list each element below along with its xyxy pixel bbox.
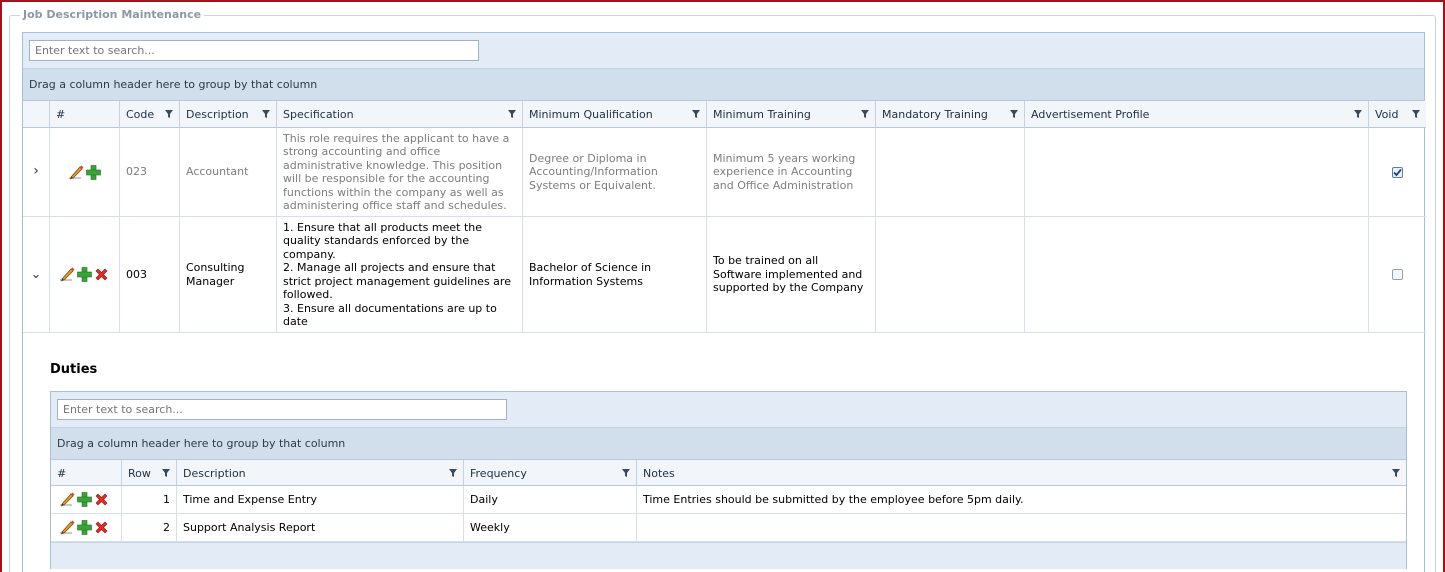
filter-icon[interactable] [162, 468, 170, 478]
search-input[interactable] [29, 40, 479, 61]
filter-icon[interactable] [861, 109, 869, 119]
delete-x-icon[interactable] [93, 519, 110, 536]
delete-x-icon[interactable] [93, 266, 110, 283]
edit-pencil-icon[interactable] [59, 491, 76, 508]
job-description-grid: Drag a column header here to group by th… [22, 32, 1426, 572]
header-description[interactable]: Description [180, 101, 277, 128]
header-code[interactable]: Code [120, 101, 180, 128]
header-advertisement-profile[interactable]: Advertisement Profile [1025, 101, 1369, 128]
add-plus-icon[interactable] [76, 519, 93, 536]
row-collapse-toggle[interactable]: ⌄ [23, 217, 50, 333]
cell-specification: 1. Ensure that all products meet the qua… [277, 217, 523, 333]
duties-cell-description: Support Analysis Report [177, 514, 464, 542]
group-by-panel[interactable]: Drag a column header here to group by th… [23, 69, 1424, 101]
duties-row-actions [51, 514, 122, 542]
duties-header-description[interactable]: Description [177, 460, 464, 486]
duties-footer [51, 542, 1406, 569]
filter-icon[interactable] [1354, 109, 1362, 119]
duties-title: Duties [50, 362, 98, 377]
cell-specification: This role requires the applicant to have… [277, 128, 523, 217]
filter-icon[interactable] [262, 109, 270, 119]
duties-search-input[interactable] [57, 399, 507, 420]
checkmark-icon [1392, 167, 1403, 178]
duties-cell-notes: Time Entries should be submitted by the … [637, 486, 1406, 514]
grid-toolbar [23, 33, 1424, 69]
cell-advertisement-profile [1025, 217, 1369, 333]
duties-cell-notes [637, 514, 1406, 542]
cell-minimum-qualification: Degree or Diploma in Accounting/Informat… [523, 128, 707, 217]
cell-minimum-training: Minimum 5 years working experience in Ac… [707, 128, 876, 217]
duties-cell-row: 2 [122, 514, 177, 542]
row-expand-toggle[interactable]: › [23, 128, 50, 217]
duties-cell-description: Time and Expense Entry [177, 486, 464, 514]
filter-icon[interactable] [1010, 109, 1018, 119]
filter-icon[interactable] [508, 109, 516, 119]
cell-code: 023 [120, 128, 180, 217]
duties-toolbar [51, 392, 1406, 428]
duties-header-frequency[interactable]: Frequency [464, 460, 637, 486]
cell-mandatory-training [876, 217, 1025, 333]
header-specification[interactable]: Specification [277, 101, 523, 128]
filter-icon[interactable] [165, 109, 173, 119]
header-expander [23, 101, 50, 128]
duties-group-by-panel[interactable]: Drag a column header here to group by th… [51, 428, 1406, 460]
duties-row-actions [51, 486, 122, 514]
duties-cell-frequency: Weekly [464, 514, 637, 542]
filter-icon[interactable] [1392, 468, 1400, 478]
duties-grid: Drag a column header here to group by th… [50, 391, 1407, 569]
cell-minimum-training: To be trained on all Software implemente… [707, 217, 876, 333]
cell-minimum-qualification: Bachelor of Science in Information Syste… [523, 217, 707, 333]
cell-mandatory-training [876, 128, 1025, 217]
void-checkbox[interactable] [1392, 166, 1403, 178]
void-checkbox[interactable] [1392, 269, 1403, 280]
cell-void [1369, 217, 1426, 333]
header-mandatory-training[interactable]: Mandatory Training [876, 101, 1025, 128]
filter-icon[interactable] [1412, 109, 1420, 119]
edit-pencil-icon[interactable] [59, 266, 76, 283]
cell-void [1369, 128, 1426, 217]
row-actions [50, 217, 120, 333]
duties-header-actions: # [51, 460, 122, 486]
header-minimum-training[interactable]: Minimum Training [707, 101, 876, 128]
row-actions [50, 128, 120, 217]
cell-code: 003 [120, 217, 180, 333]
cell-description: Consulting Manager [180, 217, 277, 333]
add-plus-icon[interactable] [85, 164, 102, 181]
header-actions: # [50, 101, 120, 128]
duties-cell-row: 1 [122, 486, 177, 514]
edit-pencil-icon[interactable] [59, 519, 76, 536]
edit-pencil-icon[interactable] [68, 164, 85, 181]
cell-description: Accountant [180, 128, 277, 217]
duties-cell-frequency: Daily [464, 486, 637, 514]
header-void[interactable]: Void [1369, 101, 1426, 128]
add-plus-icon[interactable] [76, 491, 93, 508]
header-minimum-qualification[interactable]: Minimum Qualification [523, 101, 707, 128]
duties-header-notes[interactable]: Notes [637, 460, 1406, 486]
add-plus-icon[interactable] [76, 266, 93, 283]
filter-icon[interactable] [622, 468, 630, 478]
cell-advertisement-profile [1025, 128, 1369, 217]
panel-title: Job Description Maintenance [20, 8, 205, 21]
filter-icon[interactable] [692, 109, 700, 119]
duties-header-row[interactable]: Row [122, 460, 177, 486]
delete-x-icon[interactable] [93, 491, 110, 508]
filter-icon[interactable] [449, 468, 457, 478]
